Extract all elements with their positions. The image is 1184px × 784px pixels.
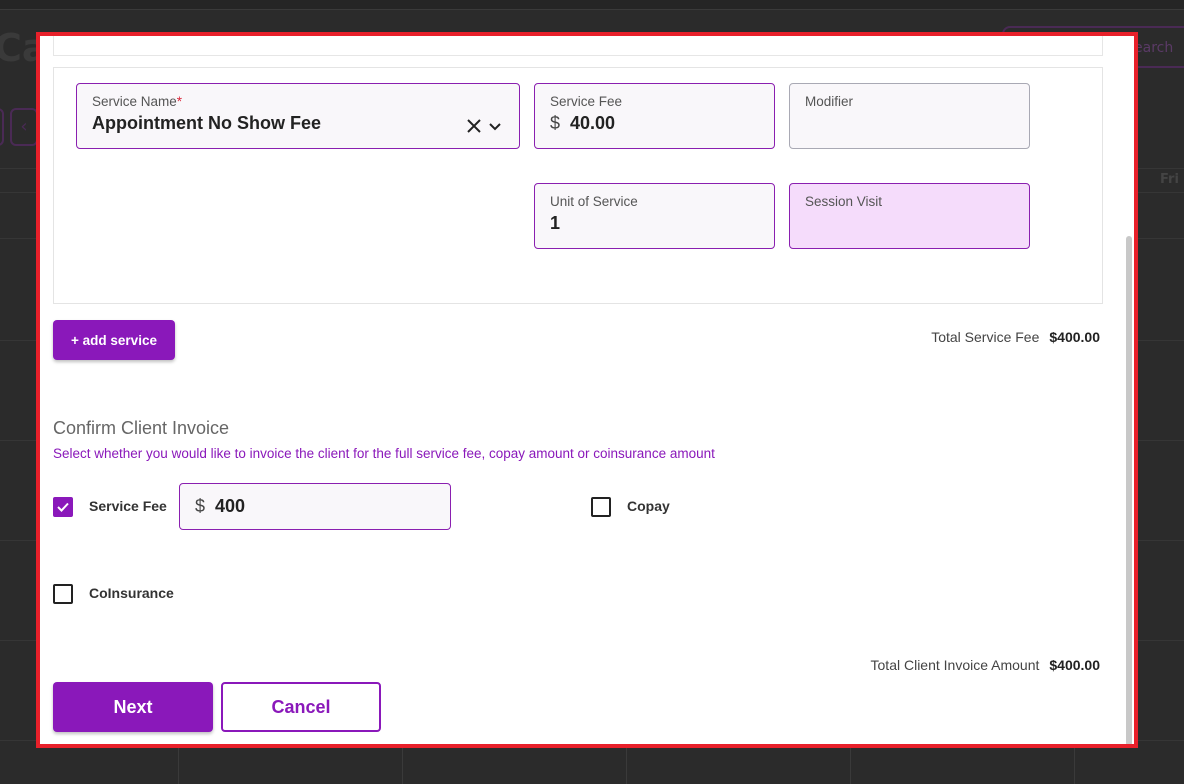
add-service-button[interactable]: + add service [53, 320, 175, 360]
modifier-field[interactable]: Modifier [789, 83, 1030, 149]
service-fee-label: Service Fee [550, 94, 623, 109]
modal-scrollbar[interactable] [1126, 236, 1132, 744]
previous-service-card [53, 36, 1103, 56]
confirm-invoice-subtitle: Select whether you would like to invoice… [53, 446, 715, 461]
total-client-invoice-value: $400.00 [1049, 657, 1100, 673]
cancel-button[interactable]: Cancel [221, 682, 381, 732]
required-mark: * [176, 94, 183, 109]
service-fee-amount: 40.00 [570, 113, 616, 133]
total-client-invoice-label: Total Client Invoice Amount [870, 657, 1040, 673]
unit-of-service-field[interactable]: Unit of Service 1 [534, 183, 775, 249]
service-fee-checkbox-label[interactable]: Service Fee [89, 498, 167, 514]
chevron-down-icon[interactable] [487, 118, 503, 134]
background-prev-button: ‹ [10, 108, 38, 146]
total-service-fee: Total Service Fee $400.00 [931, 329, 1100, 345]
unit-of-service-label: Unit of Service [550, 194, 638, 209]
currency-symbol: $ [195, 496, 206, 516]
copay-checkbox[interactable] [591, 497, 611, 517]
service-fee-amount-value: 400 [215, 496, 246, 516]
total-service-fee-value: $400.00 [1049, 329, 1100, 345]
invoice-modal: Service Name* Appointment No Show Fee Se… [36, 32, 1138, 748]
checkmark-icon [57, 502, 69, 512]
service-name-value: Appointment No Show Fee [92, 113, 321, 133]
service-fee-value: $40.00 [550, 113, 759, 134]
service-name-label: Service Name* [92, 94, 183, 109]
confirm-invoice-title: Confirm Client Invoice [53, 418, 230, 438]
clear-icon[interactable] [465, 117, 483, 135]
service-name-select[interactable]: Service Name* Appointment No Show Fee [76, 83, 520, 149]
session-visit-field[interactable]: Session Visit [789, 183, 1030, 249]
next-button[interactable]: Next [53, 682, 213, 732]
coinsurance-checkbox-label[interactable]: CoInsurance [89, 585, 174, 601]
background-day-label: Fri [1160, 172, 1179, 187]
total-service-fee-label: Total Service Fee [931, 329, 1040, 345]
service-fee-checkbox[interactable] [53, 497, 73, 517]
modifier-label: Modifier [805, 94, 854, 109]
background-nav-button [0, 108, 4, 146]
currency-symbol: $ [550, 113, 561, 133]
service-fee-amount-input[interactable]: $400 [179, 483, 451, 530]
service-fee-field[interactable]: Service Fee $40.00 [534, 83, 775, 149]
session-visit-label: Session Visit [805, 194, 883, 209]
background-topbar [0, 0, 1184, 10]
unit-of-service-value: 1 [550, 213, 561, 233]
coinsurance-checkbox[interactable] [53, 584, 73, 604]
copay-checkbox-label[interactable]: Copay [627, 498, 670, 514]
total-client-invoice: Total Client Invoice Amount $400.00 [871, 657, 1100, 673]
